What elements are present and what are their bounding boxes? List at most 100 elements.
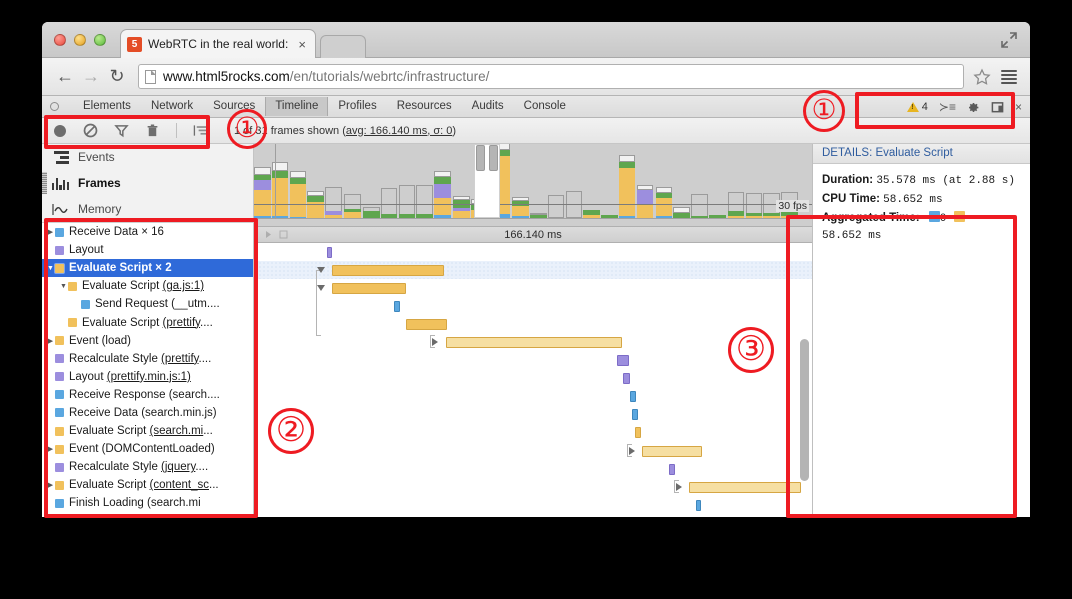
timeline-record-row[interactable]: Receive Response (search.... xyxy=(42,386,253,404)
timeline-record-row[interactable]: Send Request (__utm.... xyxy=(42,295,253,313)
zoom-window-button[interactable] xyxy=(94,34,106,46)
timeline-record-row[interactable]: ▶Event (DOMContentLoaded) xyxy=(42,440,253,458)
tab-network[interactable]: Network xyxy=(141,97,203,116)
tab-resources[interactable]: Resources xyxy=(387,97,462,116)
record-source-link[interactable]: (ga.js:1) xyxy=(163,280,205,292)
timeline-record-row[interactable]: ▼Evaluate Script × 2 xyxy=(42,259,253,277)
twisty-collapsed-icon[interactable]: ▶ xyxy=(46,445,55,453)
waterfall-row[interactable] xyxy=(254,424,812,442)
console-drawer-icon[interactable]: ≻≡ xyxy=(939,101,956,113)
reload-icon[interactable]: ↻ xyxy=(104,64,130,90)
timeline-waterfall[interactable] xyxy=(254,243,812,516)
twisty-collapsed-icon[interactable]: ▶ xyxy=(46,337,55,345)
timeline-record-row[interactable]: Recalculate Style (jquery.... xyxy=(42,458,253,476)
waterfall-bar[interactable] xyxy=(696,500,701,511)
fullscreen-icon[interactable] xyxy=(1000,31,1018,49)
close-window-button[interactable] xyxy=(54,34,66,46)
waterfall-row[interactable] xyxy=(254,243,812,261)
tab-console[interactable]: Console xyxy=(514,97,576,116)
waterfall-row[interactable] xyxy=(254,496,812,514)
bookmark-star-icon[interactable] xyxy=(972,67,992,87)
back-icon[interactable]: ← xyxy=(52,64,78,90)
waterfall-bar[interactable] xyxy=(406,319,447,330)
browser-tab[interactable]: 5 WebRTC in the real world: × xyxy=(120,29,316,58)
address-bar[interactable]: www.html5rocks.com/en/tutorials/webrtc/i… xyxy=(138,64,964,89)
new-tab-button[interactable] xyxy=(320,35,366,58)
waterfall-row[interactable] xyxy=(254,261,812,279)
waterfall-bar[interactable] xyxy=(446,337,622,348)
waterfall-row[interactable] xyxy=(254,460,812,478)
twisty-expanded-icon[interactable]: ▼ xyxy=(46,265,55,272)
waterfall-twisty-expanded-icon[interactable] xyxy=(317,285,325,291)
waterfall-bar[interactable] xyxy=(669,464,675,475)
waterfall-row[interactable] xyxy=(254,406,812,424)
status-link[interactable]: avg: 166.140 ms, σ: 0 xyxy=(346,125,452,137)
timeline-record-row[interactable]: Receive Data (search.min.js) xyxy=(42,404,253,422)
timeline-record-row[interactable]: Layout xyxy=(42,241,253,259)
overview-selection-window[interactable] xyxy=(474,144,500,218)
minimize-window-button[interactable] xyxy=(74,34,86,46)
waterfall-bar[interactable] xyxy=(617,355,629,366)
warning-badge[interactable]: 4 xyxy=(907,101,928,113)
tab-profiles[interactable]: Profiles xyxy=(328,97,386,116)
gear-icon[interactable] xyxy=(967,101,980,114)
timeline-records-tree[interactable]: ▶Receive Data × 16Layout▼Evaluate Script… xyxy=(42,223,253,516)
timeline-record-row[interactable]: ▶Event (load) xyxy=(42,332,253,350)
chrome-menu-icon[interactable] xyxy=(998,66,1020,88)
waterfall-bar[interactable] xyxy=(332,265,444,276)
rail-item-events[interactable]: Events xyxy=(42,144,253,170)
rail-item-frames[interactable]: Frames xyxy=(42,170,253,196)
waterfall-twisty-collapsed-icon[interactable] xyxy=(629,447,635,455)
tab-audits[interactable]: Audits xyxy=(462,97,514,116)
selection-left-handle[interactable] xyxy=(476,145,485,171)
timeline-record-row[interactable]: Evaluate Script (prettify.... xyxy=(42,313,253,331)
waterfall-row[interactable] xyxy=(254,315,812,333)
timeline-record-row[interactable]: ▼Evaluate Script (ga.js:1) xyxy=(42,277,253,295)
close-devtools-icon[interactable]: × xyxy=(1015,101,1022,113)
forward-icon[interactable]: → xyxy=(78,64,104,90)
clear-icon[interactable] xyxy=(83,123,98,138)
waterfall-row[interactable] xyxy=(254,478,812,496)
dock-position-icon[interactable] xyxy=(991,101,1004,114)
waterfall-row[interactable] xyxy=(254,370,812,388)
filter-icon[interactable] xyxy=(114,123,129,138)
record-source-link[interactable]: (prettify.min.js:1) xyxy=(107,371,191,383)
record-source-link[interactable]: (jquery xyxy=(161,461,195,473)
tab-timeline[interactable]: Timeline xyxy=(265,97,328,116)
waterfall-bar[interactable] xyxy=(642,446,702,457)
rail-item-memory[interactable]: Memory xyxy=(42,196,253,222)
waterfall-row[interactable] xyxy=(254,297,812,315)
trash-icon[interactable] xyxy=(145,123,160,138)
timeline-record-row[interactable]: ▶Receive Data × 16 xyxy=(42,223,253,241)
record-source-link[interactable]: (prettify xyxy=(163,317,201,329)
record-source-link[interactable]: (content_sc xyxy=(150,479,209,491)
twisty-collapsed-icon[interactable]: ▶ xyxy=(46,481,55,489)
waterfall-bar[interactable] xyxy=(623,373,630,384)
frames-overview-chart[interactable]: 30 fps xyxy=(254,144,812,226)
record-source-link[interactable]: (prettify xyxy=(161,353,199,365)
waterfall-row[interactable] xyxy=(254,279,812,297)
inspect-element-icon[interactable] xyxy=(50,102,59,111)
window-controls[interactable] xyxy=(54,34,106,46)
timeline-record-row[interactable]: ▶Evaluate Script (content_sc... xyxy=(42,476,253,494)
close-tab-icon[interactable]: × xyxy=(295,37,309,52)
twisty-collapsed-icon[interactable]: ▶ xyxy=(46,228,55,236)
waterfall-bar[interactable] xyxy=(635,427,641,438)
timeline-record-row[interactable]: Recalculate Style (prettify.... xyxy=(42,350,253,368)
waterfall-row[interactable] xyxy=(254,388,812,406)
waterfall-twisty-collapsed-icon[interactable] xyxy=(432,338,438,346)
timeline-record-row[interactable]: Layout (prettify.min.js:1) xyxy=(42,368,253,386)
waterfall-bar[interactable] xyxy=(630,391,636,402)
selection-right-handle[interactable] xyxy=(489,145,498,171)
twisty-expanded-icon[interactable]: ▼ xyxy=(59,283,68,290)
waterfall-bar[interactable] xyxy=(332,283,406,294)
flame-chart-view-icon[interactable] xyxy=(193,123,208,138)
timeline-record-row[interactable]: Finish Loading (search.mi xyxy=(42,494,253,512)
waterfall-bar[interactable] xyxy=(632,409,638,420)
waterfall-row[interactable] xyxy=(254,442,812,460)
tab-elements[interactable]: Elements xyxy=(73,97,141,116)
waterfall-scrollbar[interactable] xyxy=(800,339,809,481)
timeline-record-row[interactable]: Evaluate Script (search.mi... xyxy=(42,422,253,440)
waterfall-bar[interactable] xyxy=(689,482,801,493)
waterfall-twisty-expanded-icon[interactable] xyxy=(317,267,325,273)
